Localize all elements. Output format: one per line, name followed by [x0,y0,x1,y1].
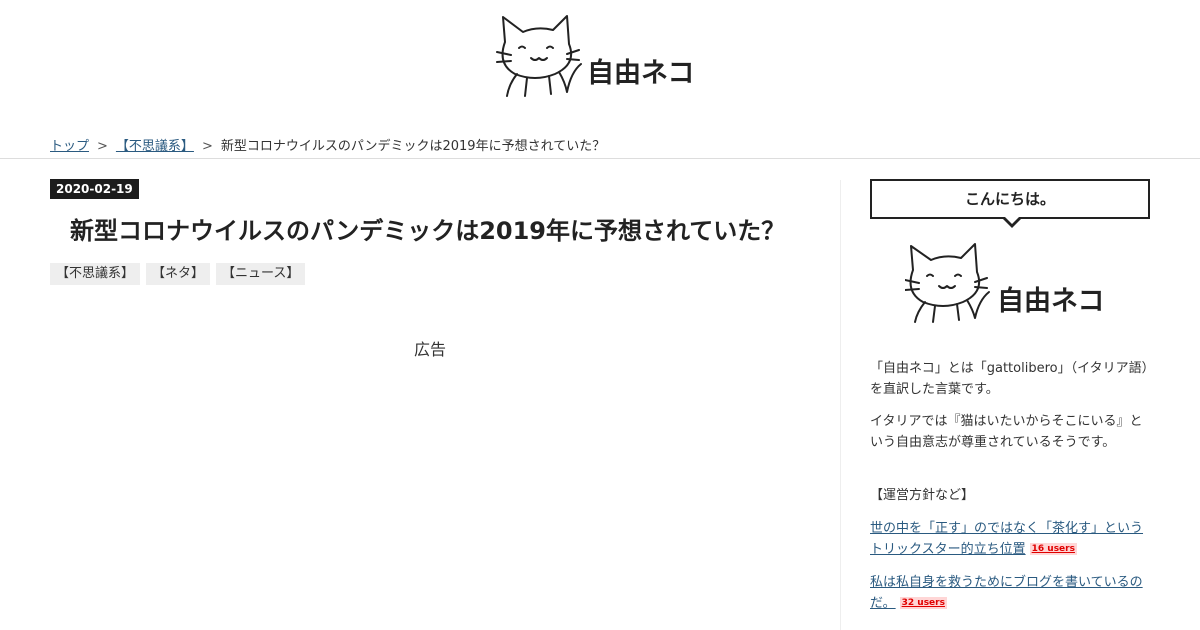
breadcrumb-current: 新型コロナウイルスのパンデミックは2019年に予想されていた？ [220,139,606,154]
hatena-users-badge[interactable]: 16 users [1029,543,1077,555]
policy-heading: 【運営方針など】 [870,488,975,503]
breadcrumb-home-link[interactable]: トップ [50,139,89,154]
site-logo-link[interactable]: 自由ネコ [495,12,710,102]
post-date-badge: 2020-02-19 [50,179,139,199]
sidebar: こんにちは。 自由ネコ 「自由ネコ」とは「gattolibero」（イタリア語）… [870,179,1150,611]
sidebar-logo-text: 自由ネコ [997,285,1104,317]
intro-text-1: 「自由ネコ」とは「gattolibero」（イタリア語）を直訳した言葉です。 [870,361,1149,397]
tag-fushigi[interactable]: 【不思議系】 [50,263,141,285]
tag-neta[interactable]: 【ネタ】 [146,263,211,285]
breadcrumb-category-link[interactable]: 【不思議系】 [116,139,194,154]
sidebar-link-trickster[interactable]: 世の中を「正す」のではなく「茶化す」というトリックスター的立ち位置 [870,521,1143,557]
cat-logo-icon: 自由ネコ [496,15,694,97]
cat-logo-icon: 自由ネコ [904,243,1104,323]
sidebar-link-item: 私は私自身を救うためにブログを書いているのだ。 32 users [870,572,1150,614]
breadcrumb-separator: > [97,139,108,154]
post-title: 新型コロナウイルスのパンデミックは2019年に予想されていた？ [70,217,786,245]
article-main: 2020-02-19 新型コロナウイルスのパンデミックは2019年に予想されてい… [50,178,810,359]
site-header: 自由ネコ [0,0,1200,125]
intro-text-2: イタリアでは『猫はいたいからそこにいる』という自由意志が尊重されているそうです。 [870,414,1143,450]
sidebar-logo: 自由ネコ [904,242,1120,327]
breadcrumb-separator: > [201,139,213,154]
hatena-users-badge[interactable]: 32 users [899,597,947,609]
ad-label: 広告 [413,340,446,359]
tag-list: 【不思議系】 【ネタ】 【ニュース】 [50,263,810,285]
header-divider [0,158,1200,159]
tag-news[interactable]: 【ニュース】 [216,263,306,285]
breadcrumb: トップ > 【不思議系】 > 新型コロナウイルスのパンデミックは2019年に予想されてい… [50,135,605,154]
sidebar-divider [840,180,841,630]
greeting-bubble: こんにちは。 [870,179,1150,228]
header-logo-text: 自由ネコ [587,57,694,89]
sidebar-link-item: 世の中を「正す」のではなく「茶化す」というトリックスター的立ち位置 16 user… [870,518,1150,560]
